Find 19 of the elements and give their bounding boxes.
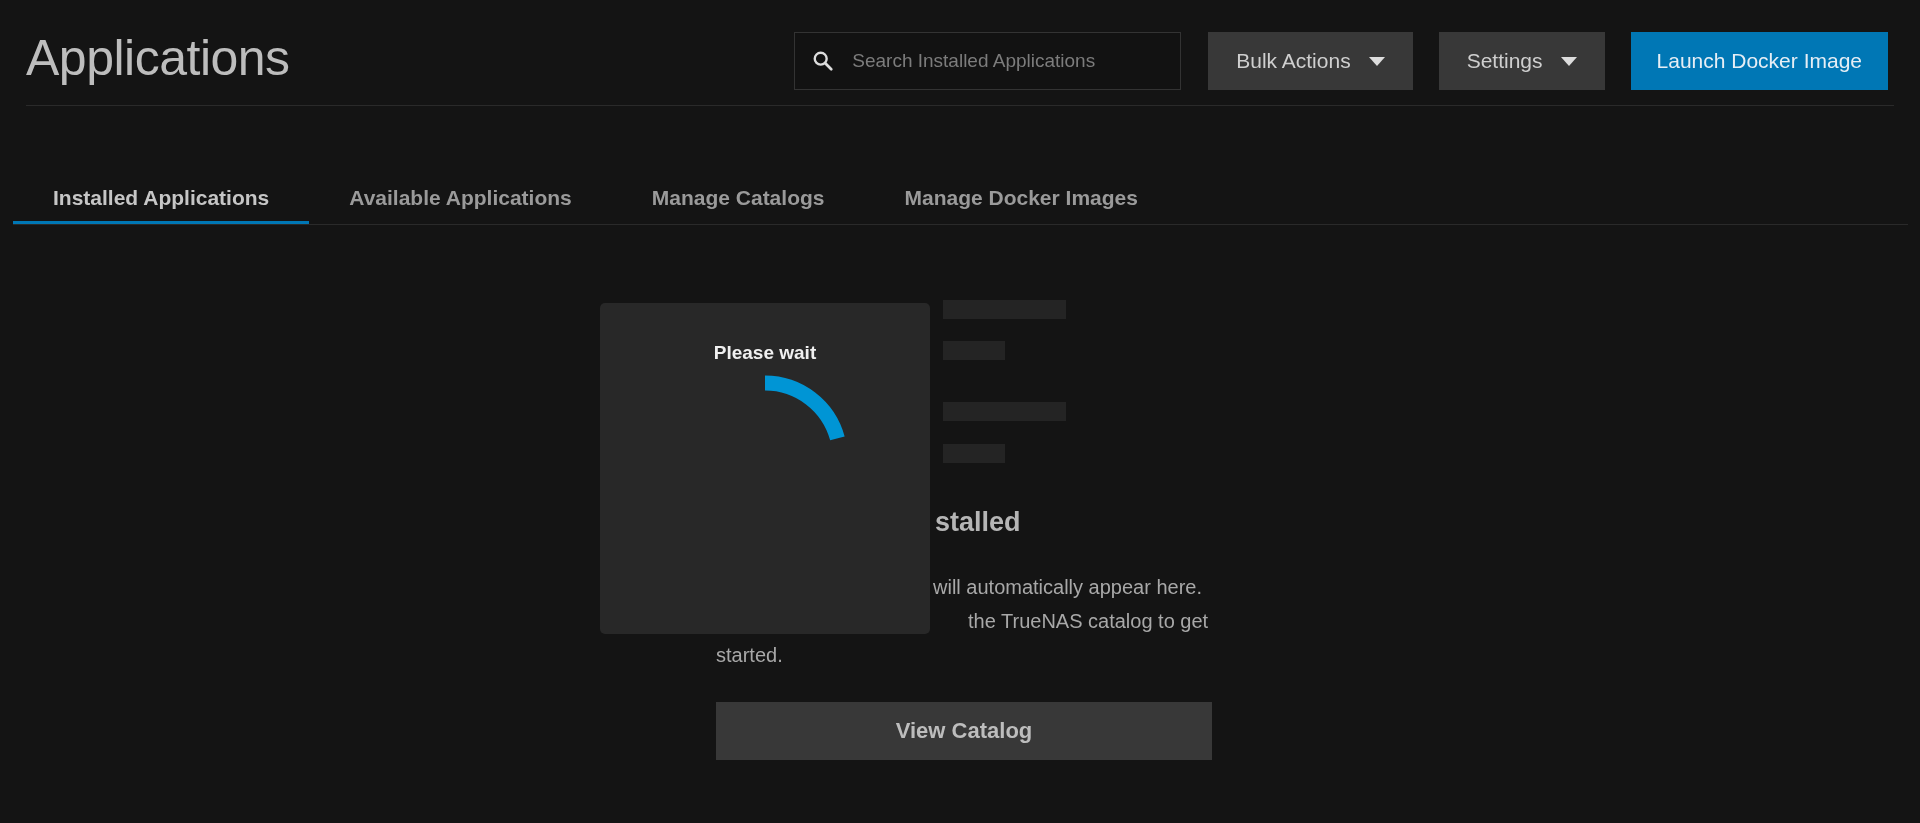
dialog-title: Please wait — [713, 342, 817, 364]
tab[interactable]: Available Applications — [309, 148, 612, 224]
tab[interactable]: Manage Catalogs — [611, 148, 865, 224]
spinner-icon — [764, 375, 845, 441]
caret-icon — [1368, 56, 1385, 66]
caret-icon — [1560, 56, 1577, 66]
empty-text: the TrueNAS catalog to get — [968, 610, 1209, 632]
view-catalog-button[interactable]: View Catalog — [716, 702, 1212, 760]
menu-button[interactable]: Bulk Actions — [1208, 32, 1413, 90]
empty-heading: stalled — [935, 507, 1021, 537]
tab[interactable]: Installed Applications — [13, 148, 310, 224]
menu-button[interactable]: Settings — [1438, 32, 1605, 90]
empty-text: started. — [716, 644, 783, 666]
tab[interactable]: Manage Docker Images — [864, 148, 1178, 224]
page-title: Applications — [26, 29, 290, 87]
search-icon — [812, 50, 835, 72]
launch-button[interactable]: Launch Docker Image — [1630, 32, 1888, 90]
empty-text: will automatically appear here. — [933, 576, 1203, 598]
search-field[interactable]: Search Installed Applications — [794, 32, 1182, 90]
